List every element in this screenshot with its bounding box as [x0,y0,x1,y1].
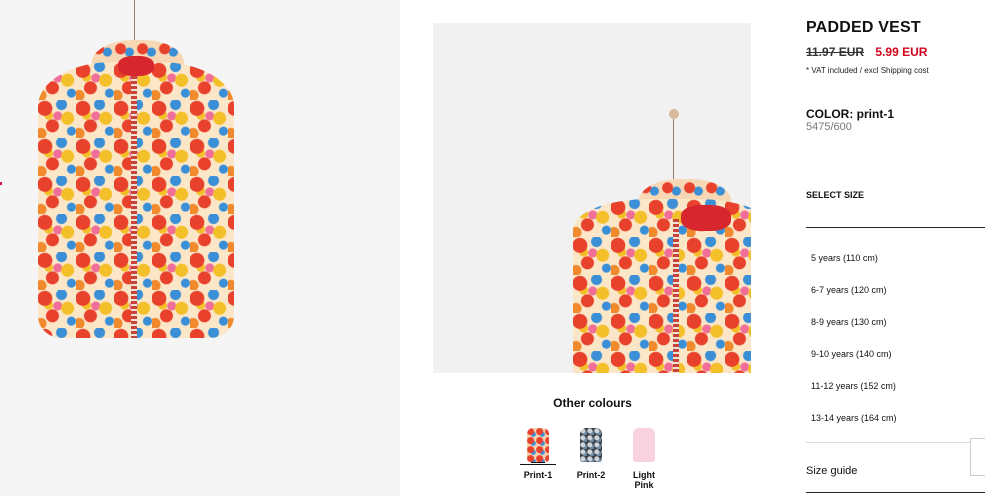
size-option[interactable]: 5 years (110 cm) [806,240,985,272]
size-option[interactable]: 6-7 years (120 cm) [806,272,985,304]
size-guide-link[interactable]: Size guide [806,465,857,477]
size-option[interactable]: 8-9 years (130 cm) [806,304,985,336]
swatch-thumbnail [527,428,549,462]
reference-code: 5475/600 [806,121,852,133]
vest-zipper-2 [673,219,679,373]
old-price: 11.97 EUR [806,45,865,59]
hanger-wire [134,0,135,40]
swatch-thumbnail [580,428,602,462]
main-product-image[interactable] [0,0,400,496]
size-divider [806,227,985,228]
price-row: 11.97 EUR 5.99 EUR [806,45,927,59]
size-list: 5 years (110 cm) 6-7 years (120 cm) 8-9 … [806,240,985,432]
secondary-product-image[interactable] [433,23,751,373]
swatch-label: Print-1 [523,470,553,480]
size-option[interactable]: 13-14 years (164 cm) [806,400,985,432]
select-size-title: SELECT SIZE [806,190,865,200]
size-option[interactable]: 11-12 years (152 cm) [806,368,985,400]
cut-off-button[interactable] [970,438,985,476]
colour-swatch-light-pink[interactable]: Light Pink [623,428,665,490]
colour-swatch-print-1[interactable]: Print-1 [517,428,559,480]
colour-swatch-print-2[interactable]: Print-2 [570,428,612,480]
swatch-label: Print-2 [576,470,606,480]
vat-note: * VAT included / excl Shipping cost [806,66,929,75]
size-option[interactable]: 9-10 years (140 cm) [806,336,985,368]
selected-swatch-underline [520,464,556,465]
product-title: PADDED VEST [806,19,921,36]
hanger-wire-2 [673,119,674,179]
divider [806,442,985,443]
swatch-label: Light Pink [633,470,655,490]
color-label: COLOR: print-1 [806,107,894,121]
other-colours-title: Other colours [553,396,632,410]
vest-zipper [131,76,137,338]
vest-lining-2 [681,205,731,231]
edge-indicator [0,182,2,185]
vest-lining [118,56,154,76]
swatch-thumbnail [633,428,655,462]
sale-price: 5.99 EUR [875,45,928,59]
hanger-knob [669,109,679,119]
divider [806,492,985,493]
